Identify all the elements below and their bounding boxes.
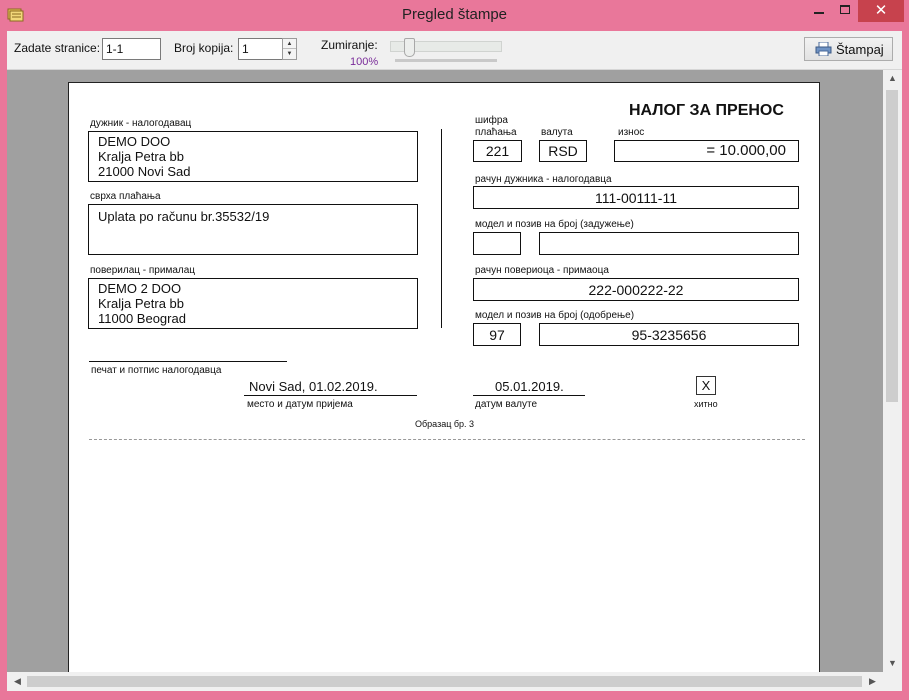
- copies-input[interactable]: [238, 38, 283, 60]
- credit-reference-value: 95-3235656: [631, 326, 707, 343]
- print-button[interactable]: Štampaj: [804, 37, 893, 61]
- debtor-line: 21000 Novi Sad: [98, 164, 191, 179]
- zoom-value: 100%: [350, 56, 379, 68]
- vertical-scroll-thumb[interactable]: [886, 90, 898, 402]
- form-title: НАЛОГ ЗА ПРЕНОС: [629, 102, 784, 119]
- debtor-line: DEMO DOO: [98, 134, 171, 149]
- place-date-label: место и датум пријема: [247, 399, 353, 410]
- currency-value: RSD: [548, 143, 578, 159]
- zoom-slider-scale: [395, 59, 497, 62]
- creditor-lines: DEMO 2 DOO Kralja Petra bb 11000 Beograd: [98, 281, 186, 326]
- creditor-account-box: 222-000222-22: [473, 278, 799, 301]
- place-date-value: Novi Sad, 01.02.2019.: [249, 379, 378, 394]
- amount-value: = 10.000,00: [706, 142, 786, 159]
- debtor-label: дужник - налогодавац: [90, 118, 192, 129]
- column-divider: [441, 129, 442, 328]
- creditor-account-value: 222-000222-22: [588, 281, 684, 298]
- debtor-box: DEMO DOO Kralja Petra bb 21000 Novi Sad: [88, 131, 418, 182]
- signature-label: печат и потпис налогодавца: [91, 365, 222, 376]
- debit-reference-value: [540, 233, 798, 254]
- debtor-account-box: 111-00111-11: [473, 186, 799, 209]
- debtor-lines: DEMO DOO Kralja Petra bb 21000 Novi Sad: [98, 134, 191, 179]
- title-bar: Pregled štampe ✕: [0, 0, 909, 31]
- vertical-scrollbar[interactable]: ▲ ▼: [883, 70, 902, 672]
- pages-label: Zadate stranice:: [14, 41, 101, 55]
- scroll-right-icon[interactable]: ▶: [864, 672, 881, 691]
- scroll-left-icon[interactable]: ◀: [9, 672, 26, 691]
- zoom-label: Zumiranje:: [321, 38, 378, 52]
- debit-model-value: [474, 233, 520, 254]
- minimize-icon: [814, 12, 824, 14]
- debit-model-box: [473, 232, 521, 255]
- debit-reference-box: [539, 232, 799, 255]
- creditor-line: Kralja Petra bb: [98, 296, 184, 311]
- horizontal-scrollbar[interactable]: ◀ ▶: [7, 672, 883, 691]
- chevron-down-icon[interactable]: ▼: [283, 49, 296, 59]
- pages-input[interactable]: [102, 38, 161, 60]
- currency-label: валута: [541, 127, 573, 138]
- debtor-account-value: 111-00111-11: [595, 189, 677, 206]
- form-number: Образац бр. 3: [415, 419, 475, 429]
- purpose-label: сврха плаћања: [90, 191, 161, 202]
- amount-label: износ: [618, 127, 645, 138]
- value-date-value: 05.01.2019.: [495, 379, 564, 394]
- purpose-box: Uplata po računu br.35532/19: [88, 204, 418, 255]
- minimize-button[interactable]: [806, 0, 832, 22]
- credit-reference-box: 95-3235656: [539, 323, 799, 346]
- horizontal-scroll-thumb[interactable]: [27, 676, 862, 687]
- signature-line: [89, 361, 287, 362]
- creditor-line: DEMO 2 DOO: [98, 281, 182, 296]
- copies-label: Broj kopija:: [174, 41, 234, 55]
- creditor-label: поверилац - прималац: [90, 265, 196, 276]
- preview-area: НАЛОГ ЗА ПРЕНОС дужник - налогодавац DEM…: [7, 70, 883, 672]
- value-date-label: датум валуте: [475, 399, 538, 410]
- credit-model-label: модел и позив на број (одобрење): [475, 310, 635, 321]
- toolbar: Zadate stranice: Broj kopija: ▲ ▼ Zumira…: [7, 31, 902, 70]
- creditor-account-label: рачун повериоца - примаоца: [475, 265, 609, 276]
- payment-code-label: шифра: [475, 115, 508, 126]
- cut-line: [89, 439, 805, 440]
- payment-code-label-2: плаћања: [475, 127, 517, 138]
- amount-box: = 10.000,00: [614, 140, 799, 162]
- maximize-icon: [840, 5, 850, 14]
- payment-code-value: 221: [485, 143, 510, 159]
- payment-order-page: НАЛОГ ЗА ПРЕНОС дужник - налогодавац DEM…: [68, 82, 820, 672]
- credit-model-box: 97: [473, 323, 521, 346]
- scroll-down-icon[interactable]: ▼: [883, 655, 902, 672]
- debtor-line: Kralja Petra bb: [98, 149, 184, 164]
- urgent-checkbox: X: [696, 376, 716, 395]
- debtor-account-label: рачун дужника - налогодавца: [475, 174, 612, 185]
- scroll-corner: [883, 672, 902, 691]
- printer-icon: [815, 42, 832, 56]
- payment-code-box: 221: [473, 140, 522, 162]
- close-button[interactable]: ✕: [858, 0, 904, 22]
- print-button-label: Štampaj: [836, 42, 884, 57]
- creditor-line: 11000 Beograd: [98, 311, 186, 326]
- zoom-slider-thumb[interactable]: [404, 38, 415, 57]
- print-preview-window: Pregled štampe ✕ Zadate stranice: Broj k…: [0, 0, 909, 700]
- chevron-up-icon[interactable]: ▲: [283, 39, 296, 49]
- place-date-line: [244, 395, 417, 396]
- window-title: Pregled štampe: [401, 6, 508, 23]
- currency-box: RSD: [539, 140, 587, 162]
- debit-model-label: модел и позив на број (задужење): [475, 219, 634, 230]
- credit-model-value: 97: [489, 326, 505, 343]
- purpose-text: Uplata po računu br.35532/19: [98, 209, 270, 224]
- maximize-button[interactable]: [832, 0, 858, 22]
- scroll-up-icon[interactable]: ▲: [883, 70, 902, 87]
- creditor-box: DEMO 2 DOO Kralja Petra bb 11000 Beograd: [88, 278, 418, 329]
- copies-stepper[interactable]: ▲ ▼: [282, 38, 297, 60]
- urgent-label: хитно: [694, 399, 718, 409]
- value-date-line: [473, 395, 585, 396]
